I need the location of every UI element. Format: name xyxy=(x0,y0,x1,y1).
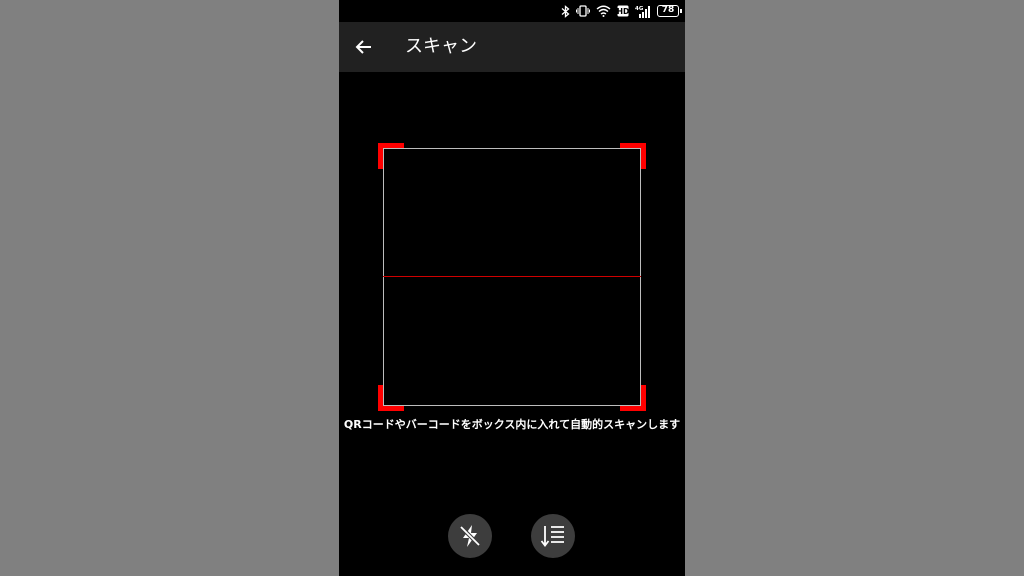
status-icons: HD 4G 78 xyxy=(561,3,682,19)
battery-icon: 78 xyxy=(657,5,682,17)
network-type-label: 4G xyxy=(635,6,644,12)
scan-frame xyxy=(383,148,641,406)
flash-off-button[interactable] xyxy=(448,514,492,558)
page-title: スキャン xyxy=(405,36,477,57)
phone-screen: HD 4G 78 スキャン QRコードやバーコードをボックス内に入れて自動的スキ… xyxy=(339,0,685,576)
app-bar: スキャン xyxy=(339,22,685,72)
status-bar: HD 4G 78 xyxy=(339,0,685,22)
wifi-icon xyxy=(596,5,611,17)
sort-list-icon xyxy=(540,526,564,547)
scan-corner-top-left xyxy=(378,143,404,169)
scan-hint: QRコードやバーコードをボックス内に入れて自動的スキャンします xyxy=(343,418,681,431)
scan-corner-bottom-left xyxy=(378,385,404,411)
arrow-left-icon xyxy=(355,40,371,54)
svg-text:HD: HD xyxy=(617,7,629,16)
vibrate-icon xyxy=(576,5,590,17)
bluetooth-icon xyxy=(561,4,570,18)
scan-corner-bottom-right xyxy=(620,385,646,411)
scan-line xyxy=(383,276,641,277)
signal-icon: 4G xyxy=(635,5,651,18)
hd-icon: HD xyxy=(617,5,629,17)
battery-level: 78 xyxy=(661,5,675,15)
scan-corner-top-right xyxy=(620,143,646,169)
history-button[interactable] xyxy=(531,514,575,558)
flash-off-icon xyxy=(459,525,481,547)
back-button[interactable] xyxy=(351,34,377,60)
